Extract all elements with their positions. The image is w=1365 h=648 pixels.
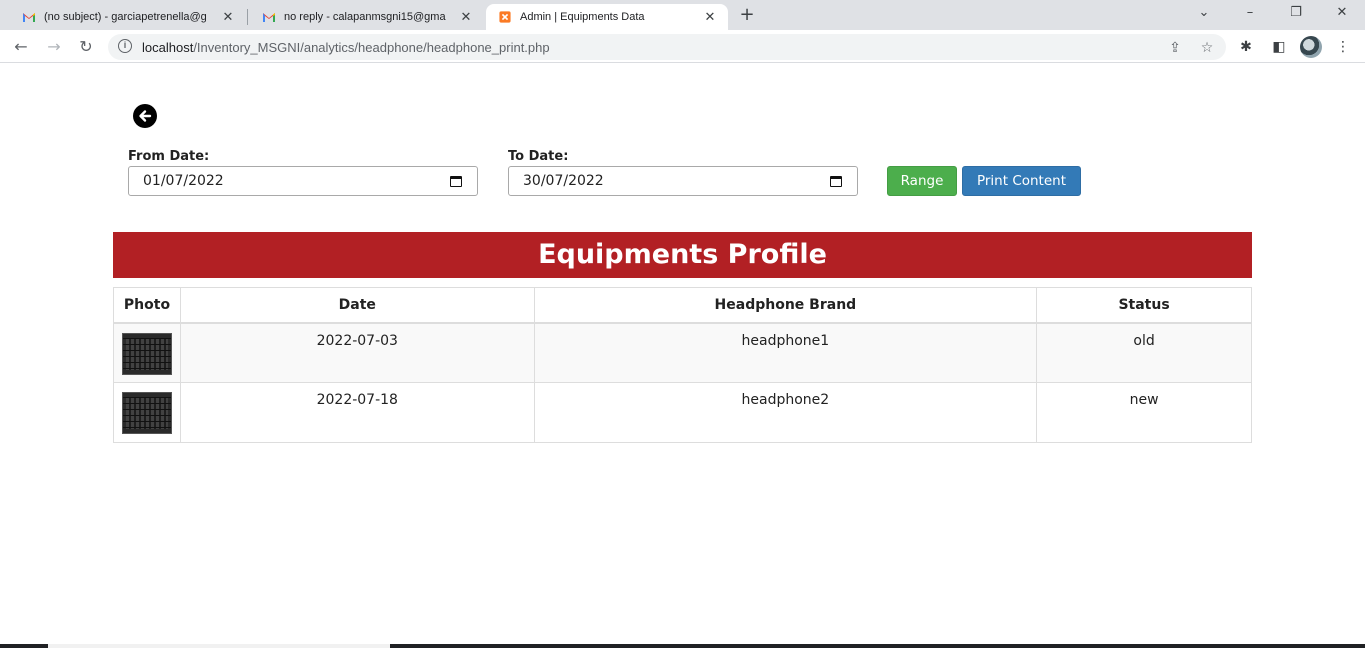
- tab-title: Admin | Equipments Data: [520, 11, 645, 23]
- back-button[interactable]: [133, 104, 157, 128]
- gmail-icon: [23, 13, 35, 22]
- date-cell: 2022-07-03: [179, 322, 535, 383]
- taskbar-strip: [0, 644, 1365, 648]
- browser-tab-1[interactable]: (no subject) - garciapetrenella@g ✕: [10, 4, 246, 30]
- close-window-icon[interactable]: ✕: [1330, 4, 1354, 22]
- close-tab-icon[interactable]: ✕: [702, 9, 718, 25]
- reload-icon[interactable]: ↻: [75, 36, 97, 58]
- calendar-icon[interactable]: [830, 176, 842, 187]
- print-content-button[interactable]: Print Content: [962, 166, 1081, 196]
- report-title-banner: Equipments Profile: [113, 232, 1252, 278]
- from-date-input[interactable]: 01/07/2022: [128, 166, 478, 196]
- browser-tab-active[interactable]: Admin | Equipments Data ✕: [486, 4, 728, 30]
- calendar-icon[interactable]: [450, 176, 462, 187]
- equipment-photo: [121, 332, 172, 375]
- from-date-value: 01/07/2022: [143, 173, 224, 189]
- xampp-icon: [499, 11, 511, 23]
- status-cell: old: [1036, 322, 1252, 383]
- to-date-label: To Date:: [508, 149, 569, 164]
- tab-title: (no subject) - garciapetrenella@g: [44, 11, 207, 23]
- url-text: localhost/Inventory_MSGNI/analytics/head…: [142, 40, 550, 55]
- new-tab-icon[interactable]: +: [736, 4, 758, 26]
- minimize-icon[interactable]: –: [1238, 4, 1262, 22]
- url-path: /Inventory_MSGNI/analytics/headphone/hea…: [193, 40, 550, 55]
- browser-tab-2[interactable]: no reply - calapanmsgni15@gma ✕: [250, 4, 484, 30]
- side-panel-icon[interactable]: ◧: [1270, 38, 1288, 56]
- to-date-input[interactable]: 30/07/2022: [508, 166, 858, 196]
- browser-toolbar: ← → ↻ i localhost/Inventory_MSGNI/analyt…: [0, 30, 1365, 63]
- close-tab-icon[interactable]: ✕: [458, 9, 474, 25]
- to-date-value: 30/07/2022: [523, 173, 604, 189]
- back-arrow-icon[interactable]: ←: [10, 36, 32, 58]
- tab-title: no reply - calapanmsgni15@gma: [284, 11, 446, 23]
- photo-cell: [113, 322, 181, 383]
- brand-cell: headphone1: [533, 322, 1038, 383]
- tab-separator: [247, 9, 248, 25]
- browser-tab-strip: (no subject) - garciapetrenella@g ✕ no r…: [0, 0, 1365, 30]
- profile-avatar[interactable]: [1300, 36, 1322, 58]
- column-header-status: Status: [1036, 287, 1252, 324]
- menu-kebab-icon[interactable]: ⋮: [1334, 38, 1352, 56]
- table-header-row: Photo Date Headphone Brand Status: [113, 287, 1252, 324]
- address-bar[interactable]: i localhost/Inventory_MSGNI/analytics/he…: [108, 34, 1226, 60]
- bookmark-star-icon[interactable]: ☆: [1198, 40, 1216, 56]
- restore-icon[interactable]: ❐: [1284, 4, 1308, 22]
- range-button[interactable]: Range: [887, 166, 957, 196]
- tab-search-icon[interactable]: ⌄: [1192, 4, 1216, 22]
- extensions-icon[interactable]: ✱: [1237, 38, 1255, 56]
- table-row: 2022-07-03 headphone1 old: [113, 322, 1252, 383]
- column-header-date: Date: [179, 287, 535, 324]
- gmail-icon: [263, 13, 275, 22]
- share-icon[interactable]: ⇪: [1166, 40, 1184, 56]
- site-info-icon[interactable]: i: [118, 39, 132, 53]
- forward-arrow-icon[interactable]: →: [43, 36, 65, 58]
- close-tab-icon[interactable]: ✕: [220, 9, 236, 25]
- url-host: localhost: [142, 40, 194, 55]
- column-header-brand: Headphone Brand: [533, 287, 1038, 324]
- photo-cell: [113, 382, 181, 443]
- arrow-left-icon: [139, 110, 152, 122]
- equipment-table: Photo Date Headphone Brand Status 2022-0…: [113, 287, 1252, 443]
- taskbar-segment: [48, 644, 390, 648]
- table-row: 2022-07-18 headphone2 new: [113, 382, 1252, 443]
- brand-cell: headphone2: [533, 382, 1038, 443]
- status-cell: new: [1036, 382, 1252, 443]
- equipment-photo: [121, 392, 172, 434]
- date-cell: 2022-07-18: [179, 382, 535, 443]
- from-date-label: From Date:: [128, 149, 210, 164]
- column-header-photo: Photo: [113, 287, 181, 324]
